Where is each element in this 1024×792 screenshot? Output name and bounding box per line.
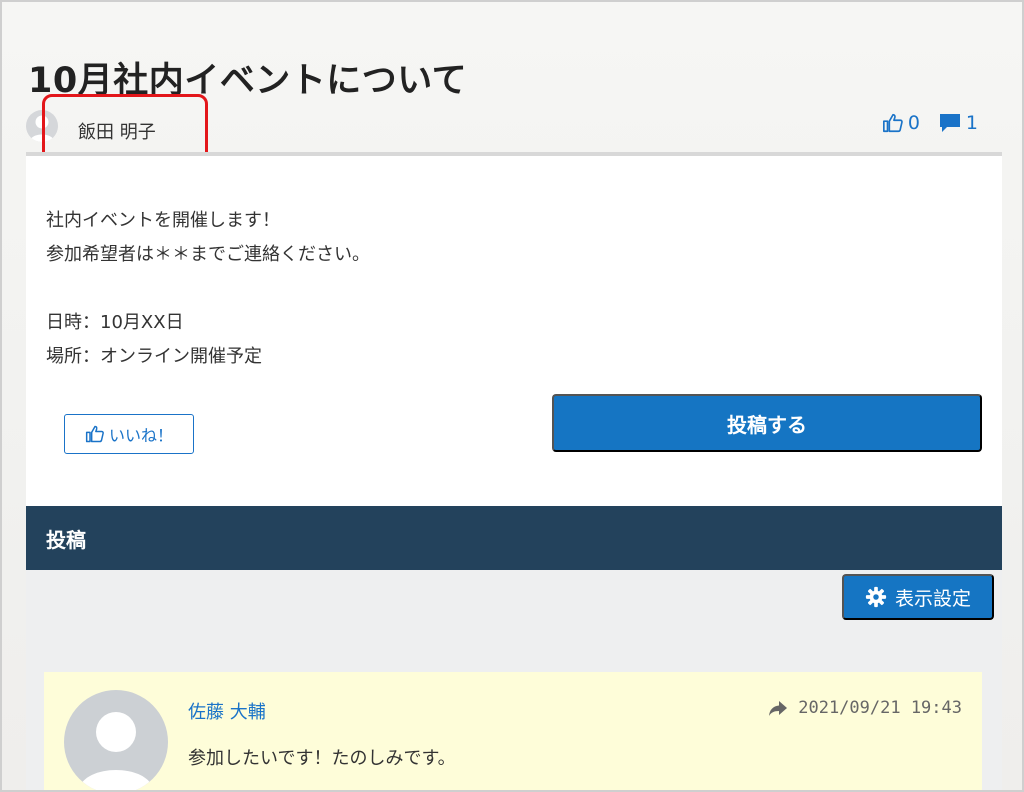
comment-meta: 2021/09/21 19:43 [768,698,962,718]
commenter-avatar[interactable] [64,690,168,790]
comment-count[interactable]: 1 [938,112,978,134]
thumbs-up-icon [85,425,104,443]
comments-section-title: 投稿 [46,527,86,552]
post-body-line: 参加希望者は＊＊までご連絡ください。 [46,244,370,265]
display-settings-label: 表示設定 [894,588,971,610]
user-silhouette-icon [78,712,154,790]
share-arrow-icon[interactable] [768,699,788,717]
app-frame: 10月社内イベントについて 飯田 明子 0 1 社内イベントを開催します！ 参加… [0,0,1024,792]
comments-section: 表示設定 佐藤 大輔 2021/09/21 19:43 参加したいです！たのしみ… [26,570,1002,790]
post-counts: 0 1 [882,112,978,134]
gear-icon [865,586,887,608]
post-body: 社内イベントを開催します！ 参加希望者は＊＊までご連絡ください。 日時：10月X… [46,204,370,374]
post-body-line: 場所：オンライン開催予定 [46,346,262,367]
comments-section-header: 投稿 [26,506,1002,570]
like-button-label: いいね！ [108,428,173,445]
like-count[interactable]: 0 [882,112,920,134]
post-body-line [46,272,370,306]
like-button[interactable]: いいね！ [64,414,194,454]
comment-count-value: 1 [965,112,978,134]
commenter-name[interactable]: 佐藤 大輔 [188,698,266,724]
thumbs-up-icon [882,113,903,133]
post-body-line: 社内イベントを開催します！ [46,210,280,231]
post-body-line: 日時：10月XX日 [46,312,184,333]
post-button[interactable]: 投稿する [552,394,982,452]
post-content-card: 社内イベントを開催します！ 参加希望者は＊＊までご連絡ください。 日時：10月X… [26,156,1002,506]
comment-bubble-icon [939,114,960,132]
comment-timestamp: 2021/09/21 19:43 [798,698,962,718]
display-settings-button[interactable]: 表示設定 [842,574,994,620]
like-count-value: 0 [907,112,920,134]
comment-item: 佐藤 大輔 2021/09/21 19:43 参加したいです！たのしみです。 [44,672,982,790]
comment-text: 参加したいです！たのしみです。 [188,748,456,769]
